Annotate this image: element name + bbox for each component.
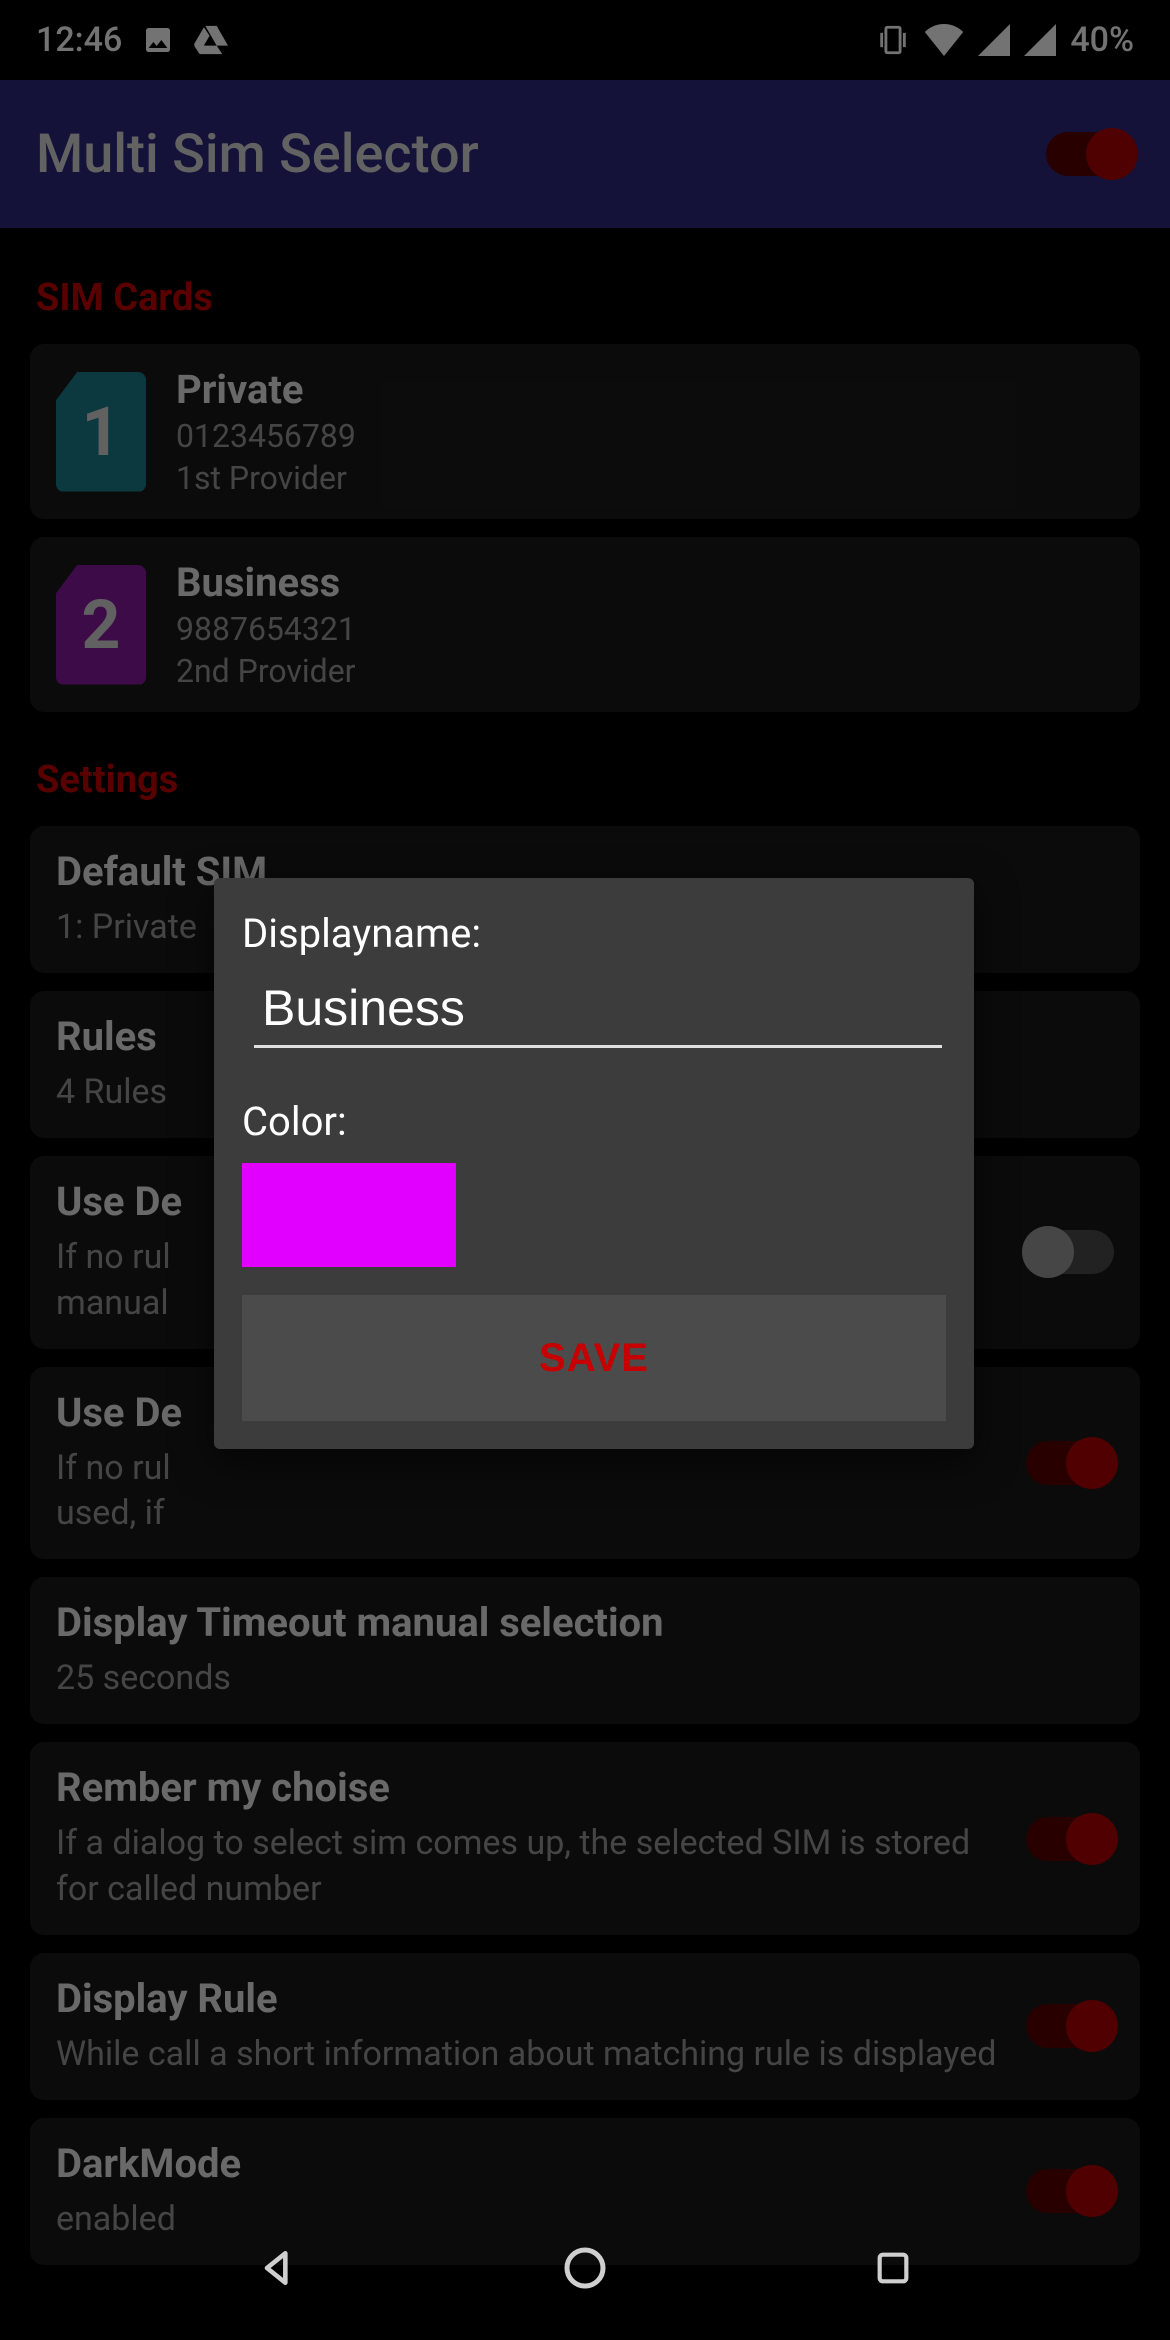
displayname-label: Displayname: (242, 910, 946, 957)
nav-back-button[interactable] (248, 2238, 308, 2298)
system-navbar (0, 2196, 1170, 2340)
color-picker[interactable] (242, 1163, 456, 1267)
nav-recents-button[interactable] (863, 2238, 923, 2298)
edit-sim-dialog: Displayname: Color: SAVE (214, 878, 974, 1449)
save-button[interactable]: SAVE (242, 1295, 946, 1421)
color-label: Color: (242, 1098, 946, 1145)
displayname-input[interactable] (254, 975, 942, 1048)
nav-home-button[interactable] (555, 2238, 615, 2298)
